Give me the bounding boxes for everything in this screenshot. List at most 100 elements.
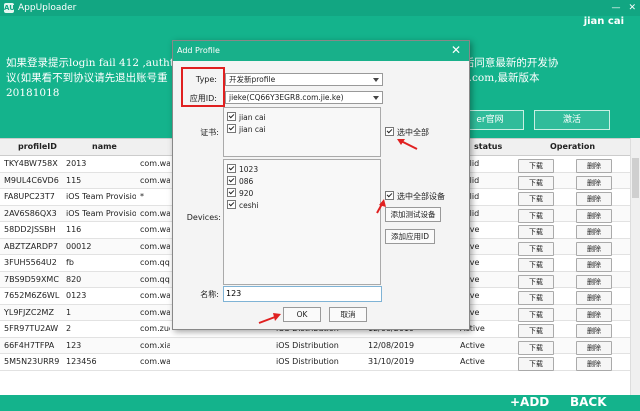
add-button[interactable]: +ADD [510,395,549,409]
certificate-item[interactable]: jian cai [227,112,266,122]
download-button[interactable]: 下载 [518,225,554,239]
profile-name-input[interactable] [223,286,382,302]
delete-button[interactable]: 删除 [576,357,612,371]
download-button[interactable]: 下载 [518,258,554,272]
cell-profile-id: 3FUH5564U2 [4,258,57,267]
cell-profile-id: 5M5N23URR9 [4,357,60,366]
activate-button[interactable]: 激活 [534,110,610,130]
scrollbar-thumb[interactable] [632,158,639,198]
device-item[interactable]: 086 [227,176,253,186]
header-profile-id[interactable]: profileID [18,142,76,151]
header-name[interactable]: name [92,142,117,151]
ok-button[interactable]: OK [283,307,321,322]
cell-name: iOS Team Provisioni... [66,192,136,201]
certificate-item[interactable]: jian cai [227,124,266,134]
select-all-label: 选中全部 [397,128,429,137]
cell-bundle-id: com.wang. [140,291,170,300]
appid-label: 应用ID: [189,94,217,103]
cell-bundle-id: com.wang. [140,159,170,168]
download-button[interactable]: 下载 [518,340,554,355]
cell-name: 2013 [66,159,87,168]
delete-button[interactable]: 删除 [576,175,612,190]
cell-profile-id: 5FR97TU2AW [4,324,59,333]
cell-name: 2 [66,324,72,333]
cell-name: 115 [66,175,82,185]
cell-name: fb [66,258,74,267]
download-button[interactable]: 下载 [518,357,554,371]
download-button[interactable]: 下载 [518,241,554,256]
table-row[interactable]: 66F4H7TFPA 123 com.xiao.tang iOS Distributi… [0,337,640,355]
device-item[interactable]: 1023 [227,164,258,174]
table-scrollbar[interactable] [630,138,640,400]
cell-bundle-id: * [140,192,144,201]
checkbox-checked-icon[interactable] [227,200,236,209]
cell-profile-id: M9UL4C6VD6 [4,175,59,185]
download-button[interactable]: 下载 [518,208,554,223]
download-button[interactable]: 下载 [518,324,554,338]
cell-profile-id: 2AV6S86QX3 [4,208,57,218]
download-button[interactable]: 下载 [518,192,554,206]
device-item[interactable]: 920 [227,188,253,198]
dialog-header: Add Profile ✕ [173,41,469,61]
cell-bundle-id: com.wang. [140,175,170,185]
app-logo-icon: AU [4,3,15,13]
delete-button[interactable]: 删除 [576,291,612,305]
checkbox-checked-icon[interactable] [227,164,236,173]
checkbox-checked-icon[interactable] [227,176,236,185]
close-icon[interactable]: ✕ [628,3,636,13]
select-all-devices[interactable]: 选中全部设备 [385,191,445,202]
certificate-list: jian cai jian cai [223,107,381,157]
user-name[interactable]: jian cai [584,16,624,27]
back-button[interactable]: BACK [570,395,607,409]
add-app-id-button[interactable]: 添加应用ID [385,229,435,244]
checkbox-checked-icon[interactable] [227,188,236,197]
download-button[interactable]: 下载 [518,291,554,305]
delete-button[interactable]: 删除 [576,241,612,256]
device-item[interactable]: ceshi [227,200,258,210]
cell-bundle-id: com.qq.jc [140,274,170,284]
window-controls: — ✕ [611,0,636,16]
certificate-name: jian cai [239,113,266,122]
download-button[interactable]: 下载 [518,175,554,190]
cell-type: iOS Distribution [276,357,339,366]
header-operation: Operation [550,142,596,151]
cell-name: 00012 [66,241,92,251]
delete-button[interactable]: 删除 [576,159,612,173]
cell-name: 0123 [66,291,87,300]
dialog-title: Add Profile [177,46,220,55]
cell-bundle-id: com.wang.le [140,357,170,366]
checkbox-checked-icon[interactable] [385,127,394,136]
title-bar: AU AppUploader [0,0,640,16]
delete-button[interactable]: 删除 [576,208,612,223]
header-status[interactable]: status [474,142,502,151]
certificate-name: jian cai [239,125,266,134]
delete-button[interactable]: 删除 [576,307,612,322]
delete-button[interactable]: 删除 [576,340,612,355]
checkbox-checked-icon[interactable] [227,112,236,121]
download-button[interactable]: 下载 [518,159,554,173]
delete-button[interactable]: 删除 [576,324,612,338]
red-arrow-icon [258,313,281,324]
checkbox-checked-icon[interactable] [227,124,236,133]
type-select[interactable]: 开发新profile [225,73,383,86]
download-button[interactable]: 下载 [518,307,554,322]
delete-button[interactable]: 删除 [576,192,612,206]
appid-select[interactable]: jieke(CQ66Y3EGR8.com.jie.ke) [225,91,383,104]
add-test-device-button[interactable]: 添加测试设备 [385,207,441,222]
cancel-button[interactable]: 取消 [329,307,367,322]
download-button[interactable]: 下载 [518,274,554,289]
minimize-icon[interactable]: — [611,3,620,13]
cell-bundle-id: com.wang. [140,307,170,317]
close-icon[interactable]: ✕ [451,43,461,57]
cell-status: Active [460,340,485,350]
cell-profile-id: YL9FJZC2MZ [4,307,54,317]
cell-type: iOS Distribution [276,340,339,350]
cell-profile-id: 58DD2JSSBH [4,225,56,234]
delete-button[interactable]: 删除 [576,225,612,239]
delete-button[interactable]: 删除 [576,274,612,289]
cell-profile-id: FA8UPC23T7 [4,192,55,201]
appid-select-value: jieke(CQ66Y3EGR8.com.jie.ke) [229,93,344,102]
add-profile-dialog: Add Profile ✕ Type: 开发新profile 应用ID: jie… [172,40,470,330]
delete-button[interactable]: 删除 [576,258,612,272]
table-row[interactable]: 5M5N23URR9 123456 com.wang.le iOS Distribut… [0,354,640,371]
